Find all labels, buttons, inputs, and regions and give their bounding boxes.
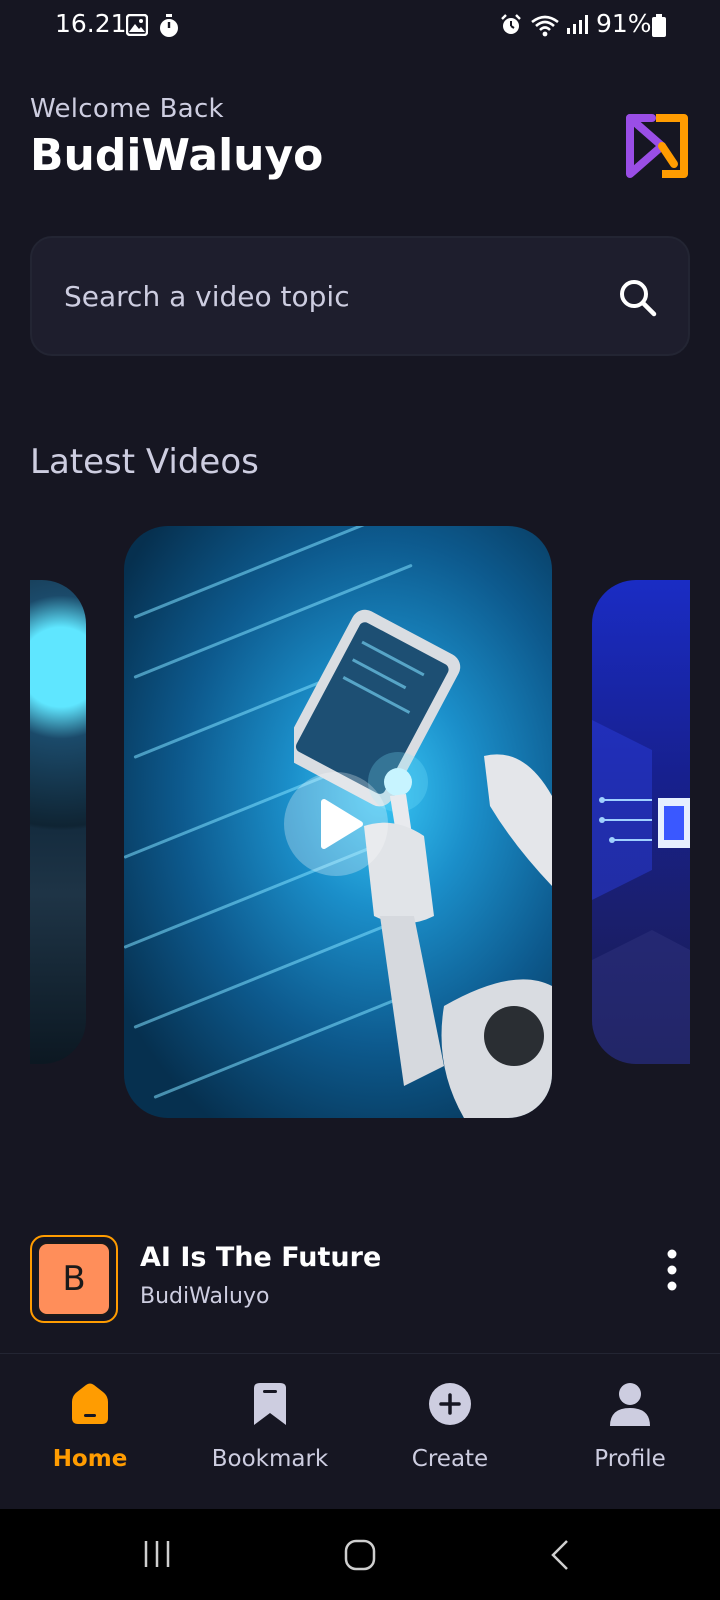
video-title[interactable]: AI Is The Future: [140, 1242, 381, 1273]
latest-videos-heading: Latest Videos: [30, 442, 259, 482]
timer-icon: [160, 14, 178, 37]
bottom-tab-bar: Home Bookmark Create Profile: [0, 1353, 720, 1509]
home-nav-icon[interactable]: [344, 1539, 376, 1571]
welcome-text: Welcome Back: [30, 94, 224, 124]
wifi-icon: [531, 15, 559, 37]
user-icon: [610, 1383, 650, 1426]
search-icon[interactable]: [618, 278, 658, 318]
alarm-icon: [501, 14, 521, 34]
battery-percent: 91%: [596, 9, 652, 38]
circuit-chip-illustration: [592, 720, 690, 1064]
video-author: BudiWaluyo: [140, 1284, 270, 1309]
app-logo: [626, 114, 688, 178]
video-thumbnail-next[interactable]: [592, 580, 690, 1064]
back-icon[interactable]: [550, 1539, 570, 1571]
plus-circle-icon: [429, 1383, 471, 1425]
status-bar: 16.21 91%: [0, 0, 720, 52]
recent-apps-icon[interactable]: [142, 1539, 172, 1569]
signal-icon: [567, 15, 588, 34]
tab-create-label: Create: [411, 1446, 489, 1472]
tab-home-label: Home: [52, 1446, 128, 1472]
system-nav-bar: [0, 1509, 720, 1600]
creator-avatar[interactable]: B: [30, 1235, 118, 1323]
play-button[interactable]: [284, 772, 388, 876]
tab-profile-label: Profile: [594, 1446, 666, 1472]
tab-bookmark[interactable]: Bookmark: [180, 1354, 360, 1510]
search-input[interactable]: [64, 274, 584, 318]
bookmark-icon: [254, 1383, 286, 1425]
more-options-icon[interactable]: [660, 1248, 684, 1292]
status-time: 16.21: [55, 9, 127, 38]
tab-profile[interactable]: Profile: [540, 1354, 720, 1510]
tab-home[interactable]: Home: [0, 1354, 180, 1510]
play-icon: [321, 799, 363, 849]
battery-icon: [652, 14, 666, 37]
tab-create[interactable]: Create: [360, 1354, 540, 1510]
image-icon: [126, 14, 148, 36]
tab-bookmark-label: Bookmark: [211, 1446, 329, 1472]
search-box[interactable]: [30, 236, 690, 356]
avatar-letter: B: [37, 1242, 111, 1316]
home-icon: [72, 1383, 108, 1424]
video-thumbnail-prev[interactable]: [30, 580, 86, 1064]
username-heading: BudiWaluyo: [30, 130, 324, 181]
